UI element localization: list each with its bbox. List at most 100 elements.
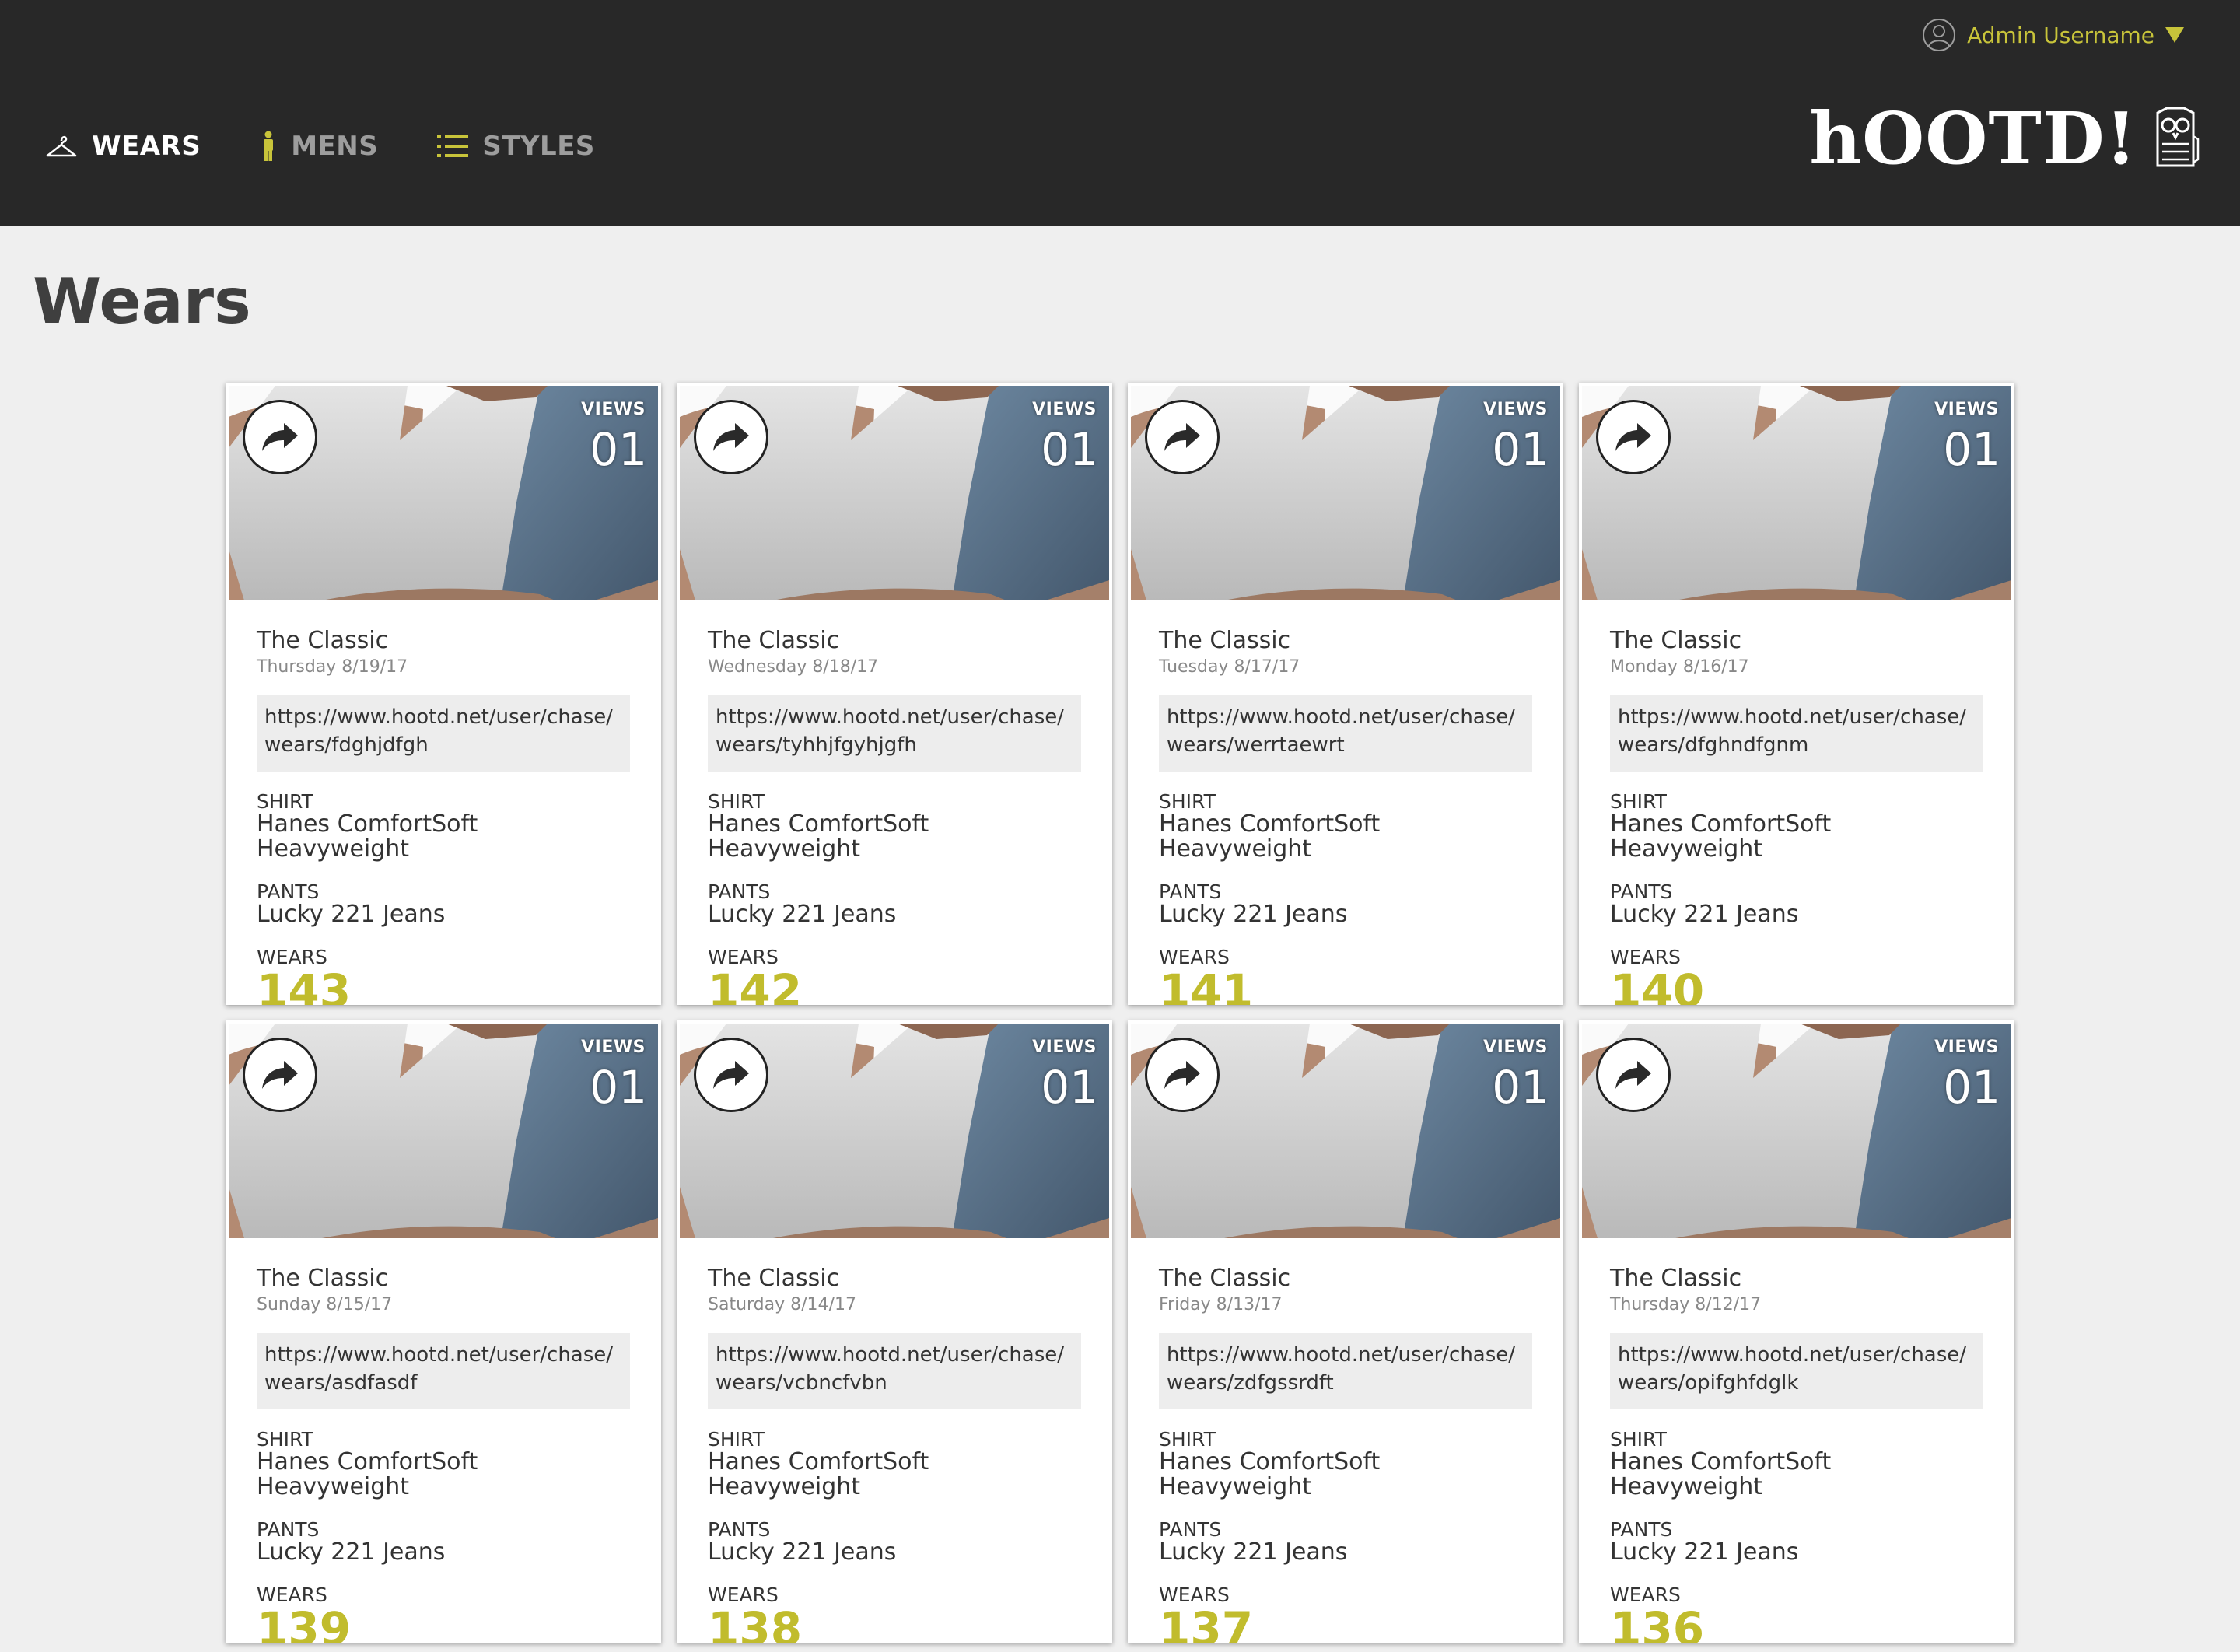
wear-url-field[interactable]: https://www.hootd.net/user/chase/wears/d…	[1610, 695, 1983, 772]
wear-card[interactable]: VIEWS 01 The Classic Monday 8/16/17 http…	[1579, 383, 2014, 1005]
wear-title: The Classic	[257, 1265, 389, 1292]
wears-count: 141	[1159, 964, 1254, 1005]
views-label: VIEWS	[1032, 1038, 1097, 1057]
share-button[interactable]	[1145, 400, 1220, 474]
views-label: VIEWS	[581, 400, 646, 419]
card-body: The Classic Sunday 8/15/17 https://www.h…	[226, 1238, 661, 1643]
nav-label: MENS	[291, 131, 379, 162]
wear-card[interactable]: VIEWS 01 The Classic Friday 8/13/17 http…	[1128, 1020, 1563, 1643]
share-button[interactable]	[243, 400, 317, 474]
shirt-value: Hanes ComfortSoft Heavyweight	[257, 1448, 478, 1500]
share-button[interactable]	[243, 1038, 317, 1112]
pants-value: Lucky 221 Jeans	[1159, 1538, 1348, 1566]
shirt-label: SHIRT	[1159, 790, 1216, 813]
views-label: VIEWS	[581, 1038, 646, 1057]
outfit-photo: VIEWS 01	[1582, 386, 2011, 600]
views-count: 01	[1492, 423, 1549, 476]
top-navbar: Admin Username WEARS MENS STYLES hOOTD!	[0, 0, 2240, 226]
outfit-photo: VIEWS 01	[229, 386, 658, 600]
wear-date: Saturday 8/14/17	[708, 1295, 856, 1314]
share-button[interactable]	[1596, 400, 1671, 474]
shirt-value: Hanes ComfortSoft Heavyweight	[1610, 810, 1832, 863]
wear-url-field[interactable]: https://www.hootd.net/user/chase/wears/f…	[257, 695, 630, 772]
hanger-icon	[46, 135, 77, 157]
wear-url-field[interactable]: https://www.hootd.net/user/chase/wears/w…	[1159, 695, 1532, 772]
pants-label: PANTS	[708, 1518, 771, 1541]
shirt-label: SHIRT	[257, 790, 313, 813]
pants-value: Lucky 221 Jeans	[257, 1538, 446, 1566]
wear-url-field[interactable]: https://www.hootd.net/user/chase/wears/o…	[1610, 1333, 1983, 1409]
wear-title: The Classic	[1159, 1265, 1291, 1292]
nav-label: WEARS	[92, 131, 201, 162]
pants-value: Lucky 221 Jeans	[708, 1538, 897, 1566]
user-avatar-icon	[1923, 19, 1956, 51]
views-count: 01	[1943, 423, 2000, 476]
wears-count: 142	[708, 964, 803, 1005]
wear-date: Tuesday 8/17/17	[1159, 657, 1300, 677]
card-body: The Classic Friday 8/13/17 https://www.h…	[1128, 1238, 1563, 1643]
brand-logo[interactable]: hOOTD!	[1809, 101, 2200, 176]
owl-mascot-icon	[2156, 107, 2200, 167]
share-button[interactable]	[1145, 1038, 1220, 1112]
pants-value: Lucky 221 Jeans	[708, 901, 897, 928]
nav-item-styles[interactable]: STYLES	[437, 131, 595, 162]
pants-label: PANTS	[257, 880, 320, 903]
share-arrow-icon	[1615, 423, 1651, 451]
wear-card[interactable]: VIEWS 01 The Classic Sunday 8/15/17 http…	[226, 1020, 661, 1643]
shirt-label: SHIRT	[257, 1428, 313, 1451]
list-icon	[437, 135, 469, 157]
card-body: The Classic Wednesday 8/18/17 https://ww…	[677, 600, 1112, 1005]
share-button[interactable]	[1596, 1038, 1671, 1112]
pants-label: PANTS	[257, 1518, 320, 1541]
wear-date: Monday 8/16/17	[1610, 657, 1749, 677]
shirt-label: SHIRT	[1159, 1428, 1216, 1451]
shirt-label: SHIRT	[1610, 1428, 1667, 1451]
wear-card[interactable]: VIEWS 01 The Classic Wednesday 8/18/17 h…	[677, 383, 1112, 1005]
wears-count: 143	[257, 964, 352, 1005]
share-arrow-icon	[1164, 423, 1200, 451]
share-arrow-icon	[262, 1061, 298, 1089]
user-name: Admin Username	[1967, 22, 2154, 48]
shirt-label: SHIRT	[708, 1428, 765, 1451]
brand-name: hOOTD!	[1809, 96, 2137, 180]
wear-card[interactable]: VIEWS 01 The Classic Saturday 8/14/17 ht…	[677, 1020, 1112, 1643]
outfit-photo: VIEWS 01	[229, 1024, 658, 1238]
pants-value: Lucky 221 Jeans	[257, 901, 446, 928]
share-button[interactable]	[694, 1038, 768, 1112]
views-count: 01	[1041, 1061, 1098, 1114]
shirt-value: Hanes ComfortSoft Heavyweight	[1159, 810, 1381, 863]
wears-count: 137	[1159, 1602, 1254, 1643]
wear-date: Thursday 8/12/17	[1610, 1295, 1762, 1314]
shirt-value: Hanes ComfortSoft Heavyweight	[257, 810, 478, 863]
share-arrow-icon	[1615, 1061, 1651, 1089]
wear-url-field[interactable]: https://www.hootd.net/user/chase/wears/v…	[708, 1333, 1081, 1409]
card-body: The Classic Thursday 8/12/17 https://www…	[1579, 1238, 2014, 1643]
nav-item-mens[interactable]: MENS	[260, 131, 378, 162]
views-count: 01	[1041, 423, 1098, 476]
wear-card[interactable]: VIEWS 01 The Classic Thursday 8/19/17 ht…	[226, 383, 661, 1005]
nav-label: STYLES	[482, 131, 595, 162]
wear-card[interactable]: VIEWS 01 The Classic Tuesday 8/17/17 htt…	[1128, 383, 1563, 1005]
wears-count: 138	[708, 1602, 803, 1643]
shirt-value: Hanes ComfortSoft Heavyweight	[1610, 1448, 1832, 1500]
views-label: VIEWS	[1483, 400, 1548, 419]
wear-date: Thursday 8/19/17	[257, 657, 408, 677]
outfit-photo: VIEWS 01	[680, 386, 1109, 600]
nav-item-wears[interactable]: WEARS	[45, 131, 201, 162]
wears-count: 139	[257, 1602, 352, 1643]
wear-url-field[interactable]: https://www.hootd.net/user/chase/wears/t…	[708, 695, 1081, 772]
shirt-value: Hanes ComfortSoft Heavyweight	[1159, 1448, 1381, 1500]
wear-title: The Classic	[1610, 627, 1742, 654]
page-title: Wears	[33, 265, 251, 338]
card-body: The Classic Saturday 8/14/17 https://www…	[677, 1238, 1112, 1643]
wear-card[interactable]: VIEWS 01 The Classic Thursday 8/12/17 ht…	[1579, 1020, 2014, 1643]
views-count: 01	[1492, 1061, 1549, 1114]
wear-url-field[interactable]: https://www.hootd.net/user/chase/wears/z…	[1159, 1333, 1532, 1409]
user-menu[interactable]: Admin Username	[1922, 17, 2184, 53]
share-button[interactable]	[694, 400, 768, 474]
views-label: VIEWS	[1483, 1038, 1548, 1057]
shirt-label: SHIRT	[1610, 790, 1667, 813]
pants-label: PANTS	[1610, 1518, 1673, 1541]
share-arrow-icon	[262, 423, 298, 451]
wear-url-field[interactable]: https://www.hootd.net/user/chase/wears/a…	[257, 1333, 630, 1409]
